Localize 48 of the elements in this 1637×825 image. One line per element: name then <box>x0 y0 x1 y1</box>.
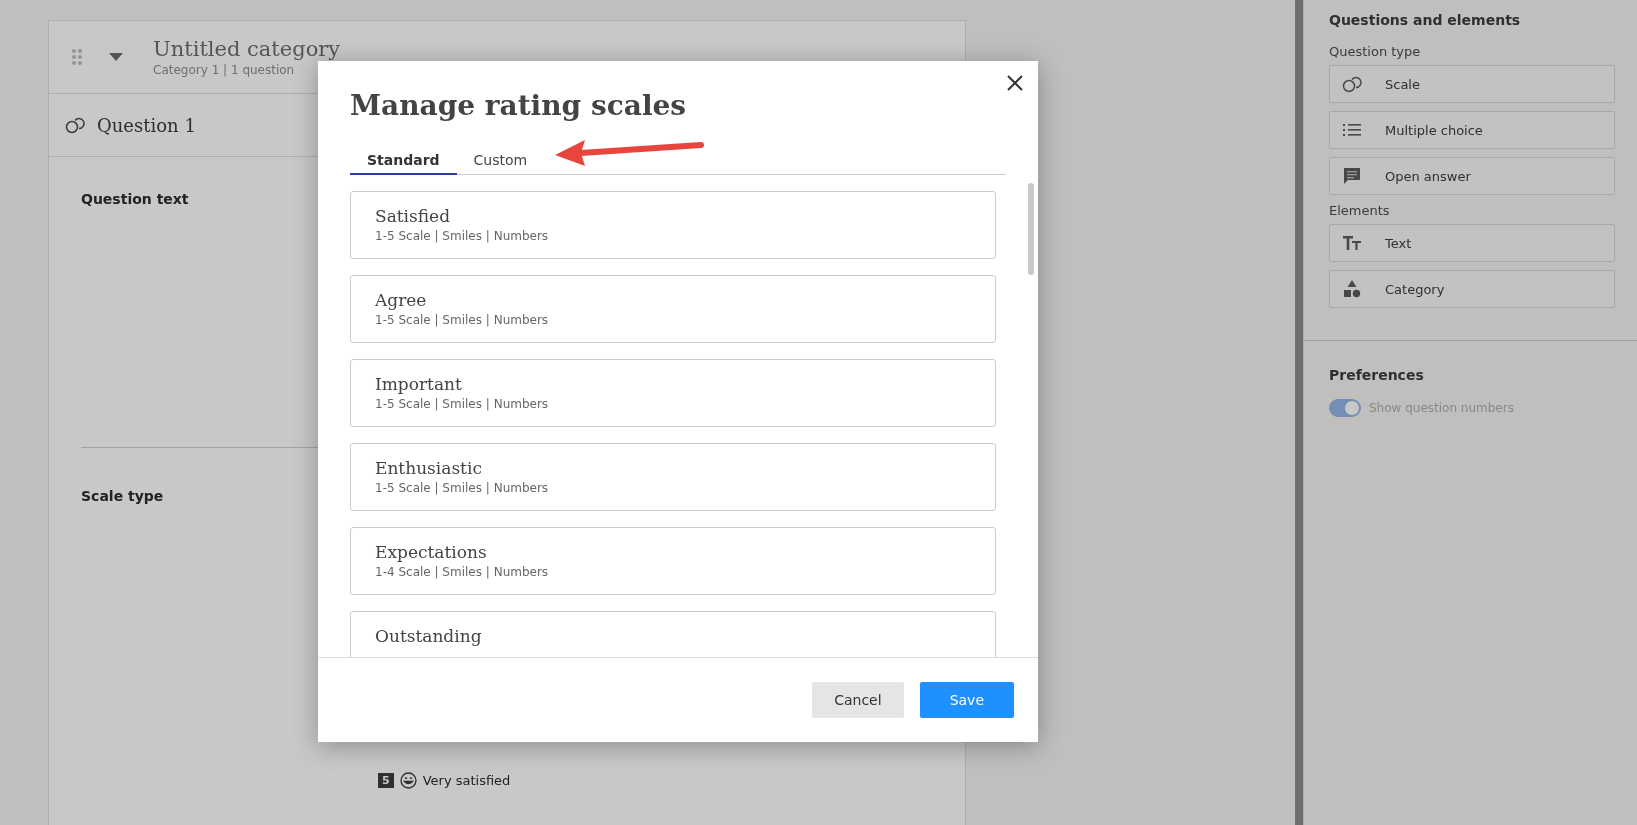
category-subtitle: Category 1 | 1 question <box>153 63 296 77</box>
preferences-title: Preferences <box>1329 367 1425 383</box>
tab[interactable]: Custom <box>456 146 545 175</box>
list-icon <box>1340 123 1364 137</box>
tab[interactable]: Standard <box>350 146 457 175</box>
scale-details: 1-5 Scale | Smiles | Numbers <box>375 313 550 327</box>
element-button[interactable]: Open answer <box>1329 157 1615 195</box>
drag-handle-icon[interactable] <box>71 48 83 66</box>
page-scrollbar[interactable] <box>1295 0 1303 825</box>
smiley-icon <box>399 772 417 789</box>
scale-number: 5 <box>378 773 394 788</box>
group-label: Question type <box>1329 44 1422 59</box>
scale-name: Agree <box>375 290 428 310</box>
scale-card[interactable]: Enthusiastic 1-5 Scale | Smiles | Numbers <box>350 443 996 511</box>
element-button[interactable]: Multiple choice <box>1329 111 1615 149</box>
element-button[interactable]: Category <box>1329 270 1615 308</box>
scale-icon <box>65 116 85 134</box>
element-button[interactable]: Scale <box>1329 65 1615 103</box>
element-button[interactable]: Text <box>1329 224 1615 262</box>
scale-name: Important <box>375 374 463 394</box>
toggle-switch[interactable] <box>1329 399 1361 417</box>
scale-card[interactable]: Expectations 1-4 Scale | Smiles | Numbers <box>350 527 996 595</box>
scale-details: 1-4 Scale | Smiles | Numbers <box>375 565 550 579</box>
section-label: Scale type <box>81 488 164 504</box>
group-label: Elements <box>1329 203 1391 218</box>
scale-card[interactable]: Outstanding <box>350 611 996 657</box>
cancel-button[interactable]: Cancel <box>812 682 904 718</box>
caret-icon[interactable] <box>109 53 123 61</box>
category-title: Untitled category <box>153 37 341 61</box>
scale-details: 1-5 Scale | Smiles | Numbers <box>375 229 550 243</box>
scale-card[interactable]: Satisfied 1-5 Scale | Smiles | Numbers <box>350 191 996 259</box>
section-label: Question text <box>81 191 189 207</box>
scale-details: 1-5 Scale | Smiles | Numbers <box>375 481 550 495</box>
scale-card[interactable]: Agree 1-5 Scale | Smiles | Numbers <box>350 275 996 343</box>
scale-name: Enthusiastic <box>375 458 483 478</box>
close-icon[interactable] <box>1007 75 1023 91</box>
scale-name: Satisfied <box>375 206 452 226</box>
scale-name: Expectations <box>375 542 488 562</box>
scale-option-label: Very satisfied <box>422 773 511 788</box>
scale-icon <box>1340 75 1364 93</box>
scrollbar[interactable] <box>1028 183 1034 275</box>
question-title: Question 1 <box>97 114 196 136</box>
scale-details: 1-5 Scale | Smiles | Numbers <box>375 397 550 411</box>
scale-card[interactable]: Important 1-5 Scale | Smiles | Numbers <box>350 359 996 427</box>
sidebar-title: Questions and elements <box>1329 12 1522 28</box>
dialog-title: Manage rating scales <box>350 89 688 122</box>
scale-name: Outstanding <box>375 626 483 646</box>
text-size-icon <box>1340 236 1364 250</box>
